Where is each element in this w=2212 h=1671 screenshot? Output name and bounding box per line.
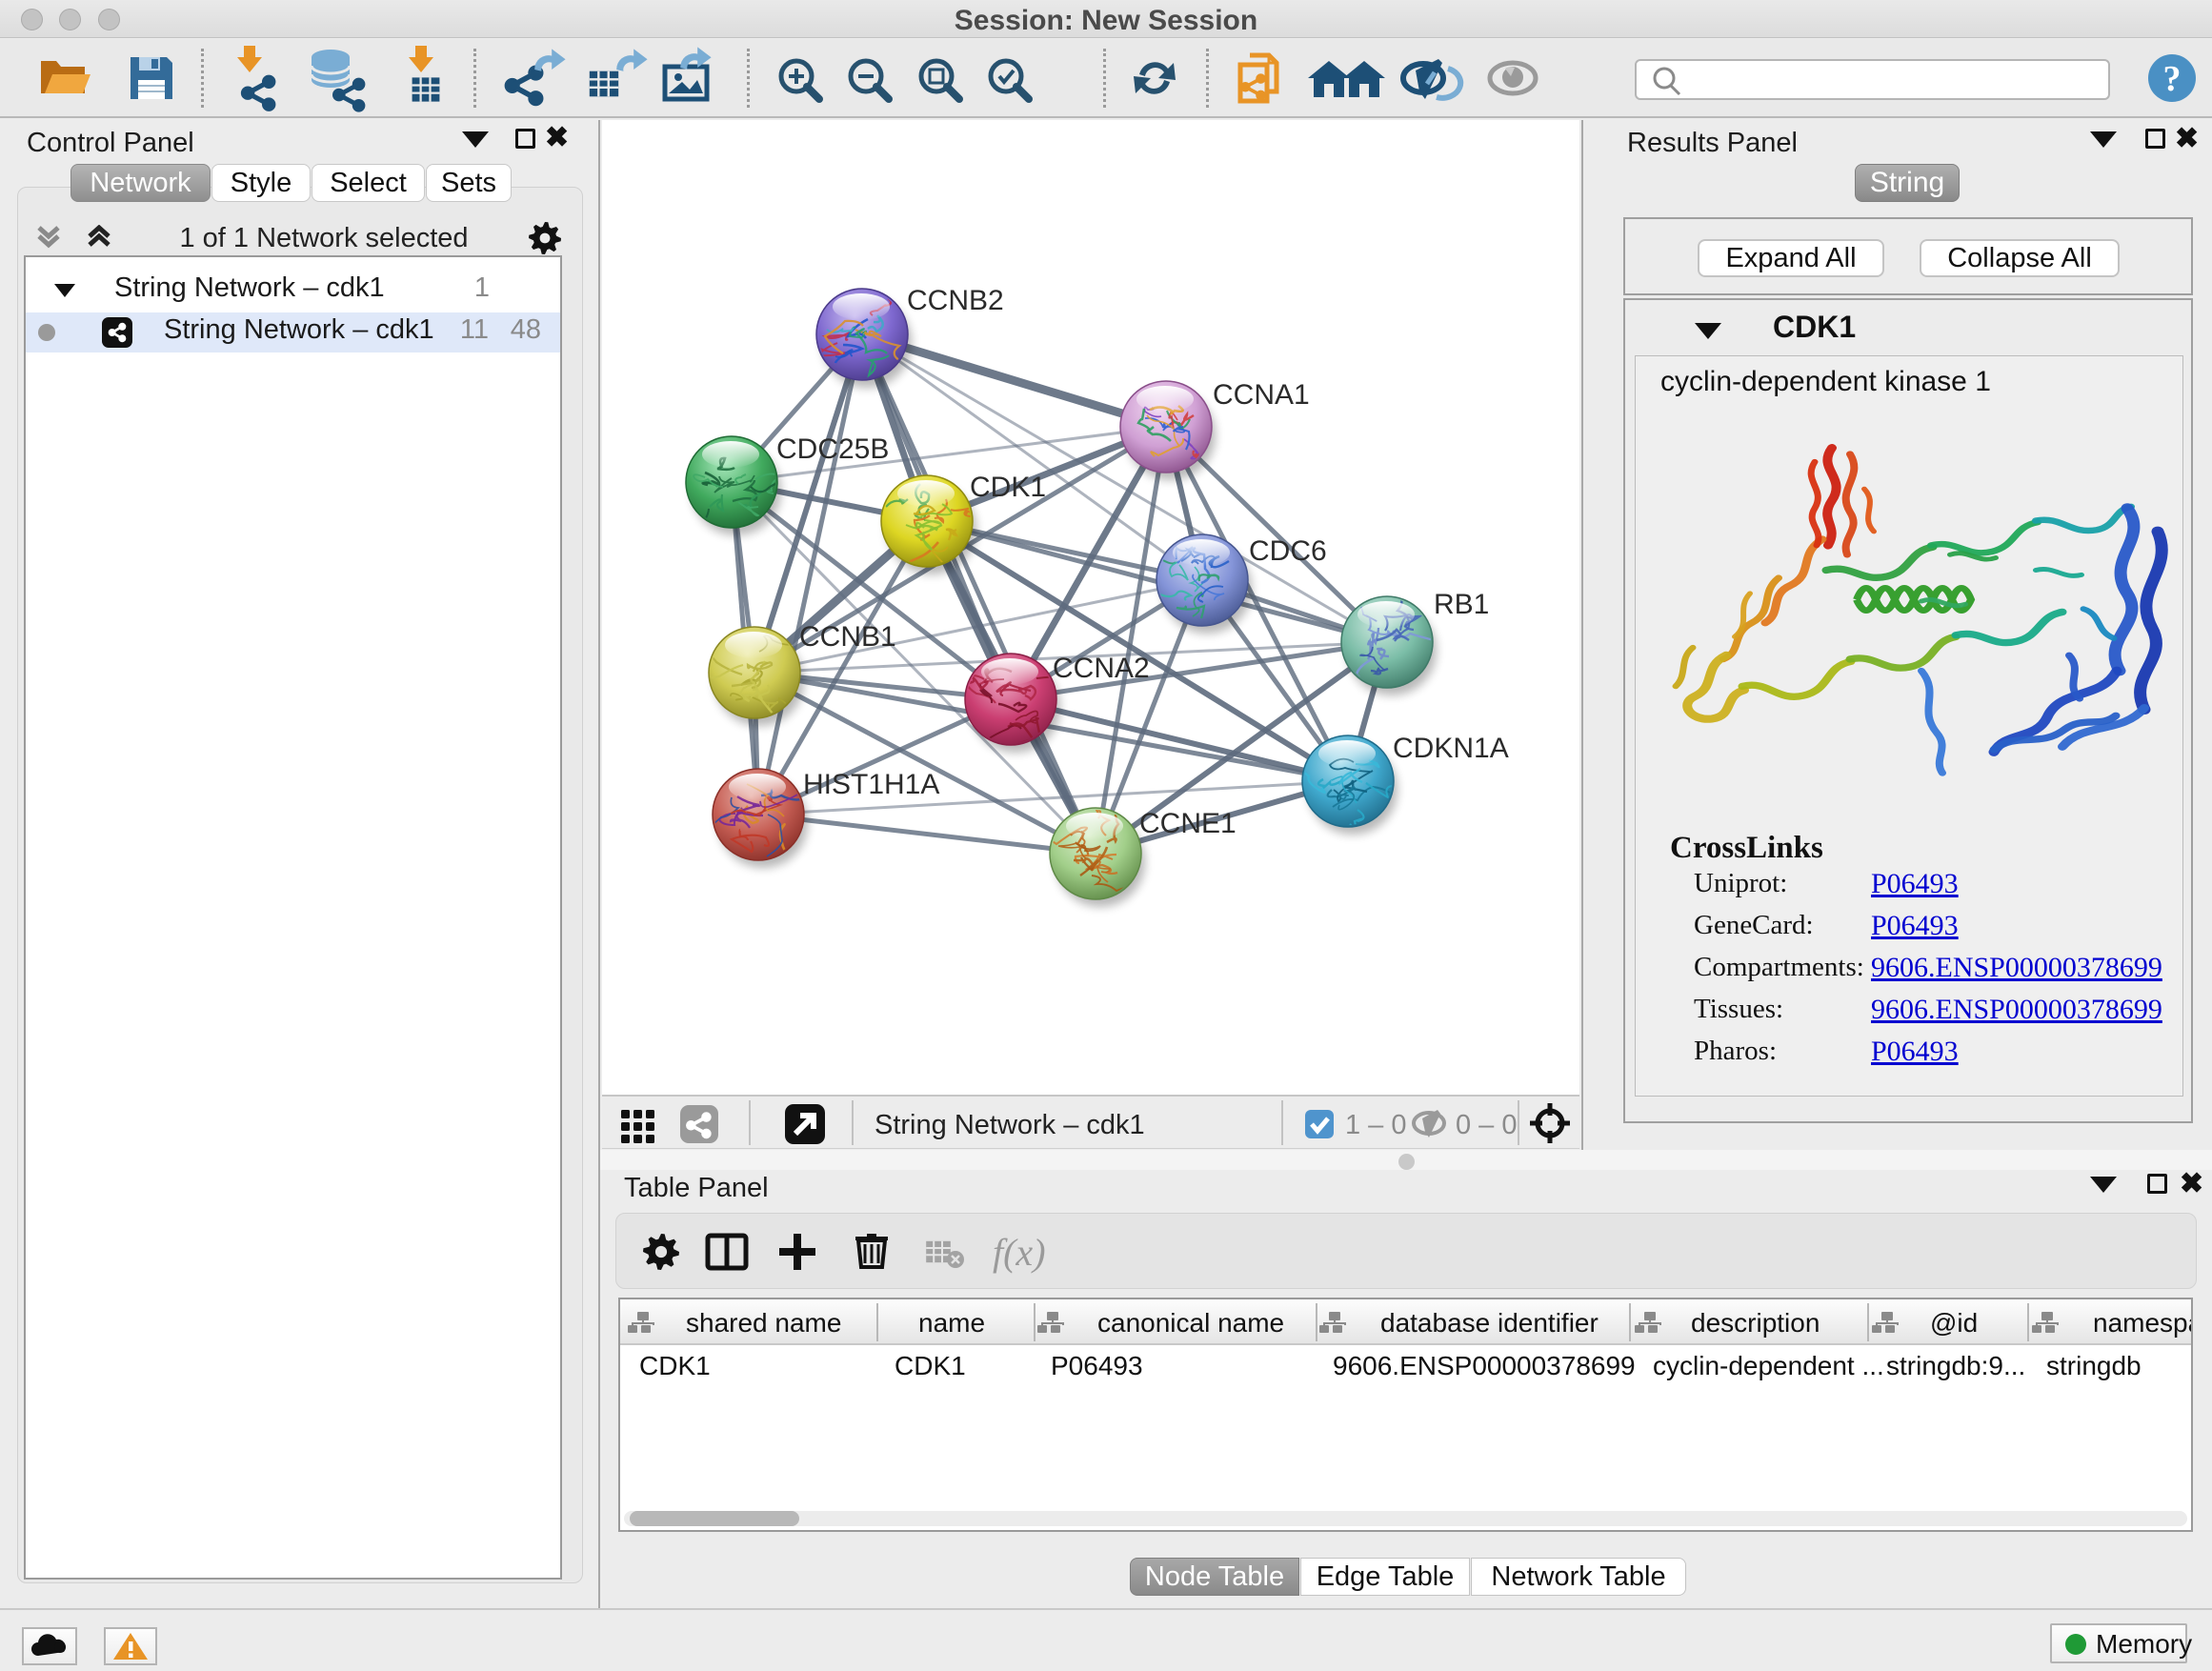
svg-text:name: name xyxy=(918,1308,985,1338)
svg-text:String Network – cdk1: String Network – cdk1 xyxy=(875,1110,1145,1140)
svg-text:CCNB2: CCNB2 xyxy=(907,285,1004,316)
svg-text:CDC6: CDC6 xyxy=(1249,535,1327,567)
svg-text:CCNE1: CCNE1 xyxy=(1139,808,1237,839)
svg-text:CDC25B: CDC25B xyxy=(776,433,889,465)
svg-text:CCNA2: CCNA2 xyxy=(1053,653,1150,684)
svg-text:CDK1: CDK1 xyxy=(970,472,1046,503)
svg-text:description: description xyxy=(1691,1308,1820,1338)
svg-text:CCNB1: CCNB1 xyxy=(799,621,896,653)
svg-text:?: ? xyxy=(2163,59,2182,99)
svg-text:1 – 0: 1 – 0 xyxy=(1345,1110,1407,1140)
svg-text:CDKN1A: CDKN1A xyxy=(1393,733,1509,764)
svg-text:canonical name: canonical name xyxy=(1097,1308,1284,1338)
svg-text:@id: @id xyxy=(1930,1308,1978,1338)
svg-text:RB1: RB1 xyxy=(1434,589,1489,620)
svg-text:0 – 0: 0 – 0 xyxy=(1456,1110,1518,1140)
svg-text:shared name: shared name xyxy=(686,1308,841,1338)
svg-text:CCNA1: CCNA1 xyxy=(1213,379,1310,411)
svg-text:namespace: namespace xyxy=(2093,1308,2191,1338)
svg-text:HIST1H1A: HIST1H1A xyxy=(803,769,939,800)
svg-text:database identifier: database identifier xyxy=(1380,1308,1599,1338)
svg-text:f(x): f(x) xyxy=(993,1231,1046,1274)
